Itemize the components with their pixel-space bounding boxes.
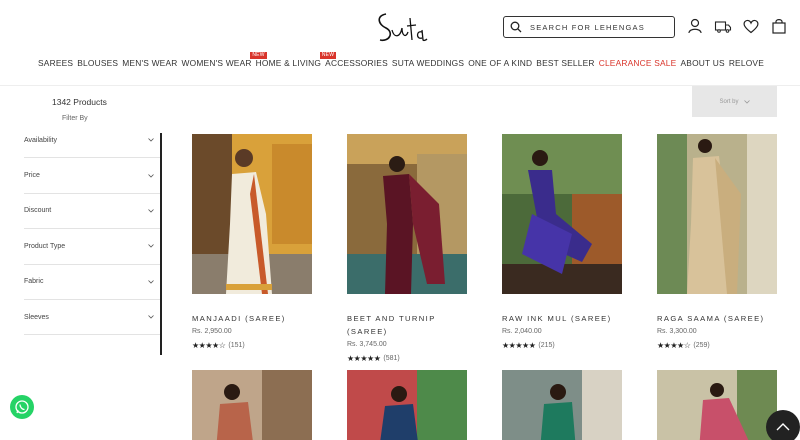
- product-price: Rs. 3,300.00: [657, 328, 697, 335]
- product-image[interactable]: [502, 370, 622, 440]
- nav-label: BEST SELLER: [536, 58, 595, 68]
- nav-best-seller[interactable]: BEST SELLER: [536, 58, 594, 68]
- nav-about-us[interactable]: ABOUT US: [681, 58, 725, 68]
- chevron-down-icon: [148, 244, 154, 248]
- nav-relove[interactable]: RELOVE: [729, 58, 764, 68]
- filter-label: Sleeves: [24, 313, 49, 321]
- nav-label: BLOUSES: [77, 58, 119, 68]
- nav-label: MEN'S WEAR: [122, 58, 178, 68]
- chevron-down-icon: [743, 99, 750, 104]
- product-image[interactable]: [657, 370, 777, 440]
- nav-label: ACCESSORIES: [325, 58, 388, 68]
- product-image[interactable]: [192, 134, 312, 294]
- header-icons: [686, 17, 788, 35]
- product-image[interactable]: [192, 370, 312, 440]
- filter-fabric[interactable]: Fabric: [24, 265, 162, 300]
- nav-home-living[interactable]: HOME & LIVING NEW: [255, 52, 337, 68]
- filter-availability[interactable]: Availability: [24, 123, 162, 159]
- filter-by-label: Filter By: [62, 115, 88, 122]
- product-rating: ★★★★☆ (259): [657, 341, 777, 350]
- product-name[interactable]: RAGA SAAMA (SAREE): [657, 312, 777, 325]
- chevron-down-icon: [148, 173, 154, 178]
- product-rating: ★★★★★ (215): [502, 341, 622, 350]
- star-rating-icon: ★★★★☆: [657, 341, 691, 350]
- chevron-down-icon: [148, 315, 154, 319]
- nav-clearance-sale[interactable]: CLEARANCE SALE: [599, 58, 677, 68]
- nav-blouses[interactable]: BLOUSES: [77, 58, 118, 68]
- filter-product-type[interactable]: Product Type: [24, 229, 162, 265]
- product-name[interactable]: MANJAADI (SAREE): [192, 312, 312, 325]
- truck-icon[interactable]: [714, 17, 732, 35]
- nav-womens-wear[interactable]: WOMEN'S WEAR NEW: [181, 52, 267, 68]
- search-input[interactable]: [530, 22, 670, 32]
- back-to-top-button[interactable]: [766, 410, 800, 440]
- product-image[interactable]: [502, 134, 622, 294]
- product-image[interactable]: [347, 134, 467, 294]
- sort-by-label: Sort by: [719, 98, 739, 105]
- nav-label: RELOVE: [728, 58, 764, 68]
- filter-label: Availability: [24, 136, 57, 144]
- bag-icon[interactable]: [770, 17, 788, 35]
- product-rating: ★★★★☆ (151): [192, 341, 312, 350]
- product-name[interactable]: BEET AND TURNIP (SAREE): [347, 312, 467, 338]
- chevron-up-icon: [776, 423, 790, 431]
- nav-label: HOME & LIVING: [255, 58, 322, 68]
- product-card[interactable]: BEET AND TURNIP (SAREE) Rs. 3,745.00 ★★★…: [347, 134, 467, 363]
- sidebar-scrollbar[interactable]: [160, 133, 162, 355]
- suta-logo[interactable]: [372, 10, 428, 46]
- filter-sidebar: Availability Price Discount Product Type…: [24, 123, 162, 355]
- nav-label: SUTA WEDDINGS: [391, 58, 465, 68]
- nav-label: ONE OF A KIND: [468, 58, 533, 68]
- whatsapp-chat-button[interactable]: [10, 395, 34, 419]
- filter-discount[interactable]: Discount: [24, 194, 162, 230]
- product-count: 1342 Products: [52, 97, 107, 107]
- product-price: Rs. 3,745.00: [347, 341, 387, 348]
- filter-label: Price: [24, 172, 40, 180]
- product-card[interactable]: MANJAADI (SAREE) Rs. 2,950.00 ★★★★☆ (151…: [192, 134, 312, 350]
- filter-price[interactable]: Price: [24, 158, 162, 194]
- nav-mens-wear[interactable]: MEN'S WEAR: [122, 58, 177, 68]
- product-rating: ★★★★★ (581): [347, 354, 467, 363]
- product-card[interactable]: RAW INK MUL (SAREE) Rs. 2,040.00 ★★★★★ (…: [502, 134, 622, 350]
- nav-label: WOMEN'S WEAR: [181, 58, 252, 68]
- filter-label: Product Type: [24, 242, 66, 250]
- product-price: Rs. 2,040.00: [502, 328, 542, 335]
- nav-label: ABOUT US: [680, 58, 725, 68]
- product-card[interactable]: RAGA SAAMA (SAREE) Rs. 3,300.00 ★★★★☆ (2…: [657, 134, 777, 350]
- product-name[interactable]: RAW INK MUL (SAREE): [502, 312, 622, 325]
- account-icon[interactable]: [686, 17, 704, 35]
- site-header: SAREES BLOUSES MEN'S WEAR WOMEN'S WEARNE…: [0, 0, 800, 86]
- star-rating-icon: ★★★★★: [347, 354, 381, 363]
- nav-suta-weddings[interactable]: SUTA WEDDINGS: [392, 58, 464, 68]
- review-count: (215): [538, 342, 555, 349]
- filter-sleeves[interactable]: Sleeves: [24, 300, 162, 336]
- chevron-down-icon: [148, 279, 154, 284]
- chevron-down-icon: [148, 209, 154, 213]
- main-nav: SAREES BLOUSES MEN'S WEAR WOMEN'S WEAR NE…: [0, 52, 800, 68]
- search-icon: [510, 21, 522, 33]
- product-image[interactable]: [347, 370, 467, 440]
- heart-icon[interactable]: [742, 17, 760, 35]
- star-rating-icon: ★★★★☆: [192, 341, 226, 350]
- page: SAREES BLOUSES MEN'S WEAR WOMEN'S WEARNE…: [0, 0, 800, 440]
- nav-sarees[interactable]: SAREES: [38, 58, 73, 68]
- review-count: (581): [383, 355, 400, 362]
- product-price: Rs. 2,950.00: [192, 328, 232, 335]
- sort-by-dropdown[interactable]: Sort by: [692, 86, 777, 117]
- star-rating-icon: ★★★★★: [502, 341, 536, 350]
- nav-label: SAREES: [38, 58, 74, 68]
- product-image[interactable]: [657, 134, 777, 294]
- whatsapp-icon: [15, 400, 29, 414]
- nav-label: CLEARANCE SALE: [598, 58, 677, 68]
- filter-label: Fabric: [24, 278, 44, 286]
- nav-accessories[interactable]: ACCESSORIES: [325, 58, 388, 68]
- review-count: (151): [228, 342, 245, 349]
- filter-label: Discount: [24, 207, 52, 215]
- search-box[interactable]: [503, 16, 675, 38]
- chevron-down-icon: [148, 138, 154, 142]
- review-count: (259): [693, 342, 710, 349]
- nav-one-of-a-kind[interactable]: ONE OF A KIND: [468, 58, 532, 68]
